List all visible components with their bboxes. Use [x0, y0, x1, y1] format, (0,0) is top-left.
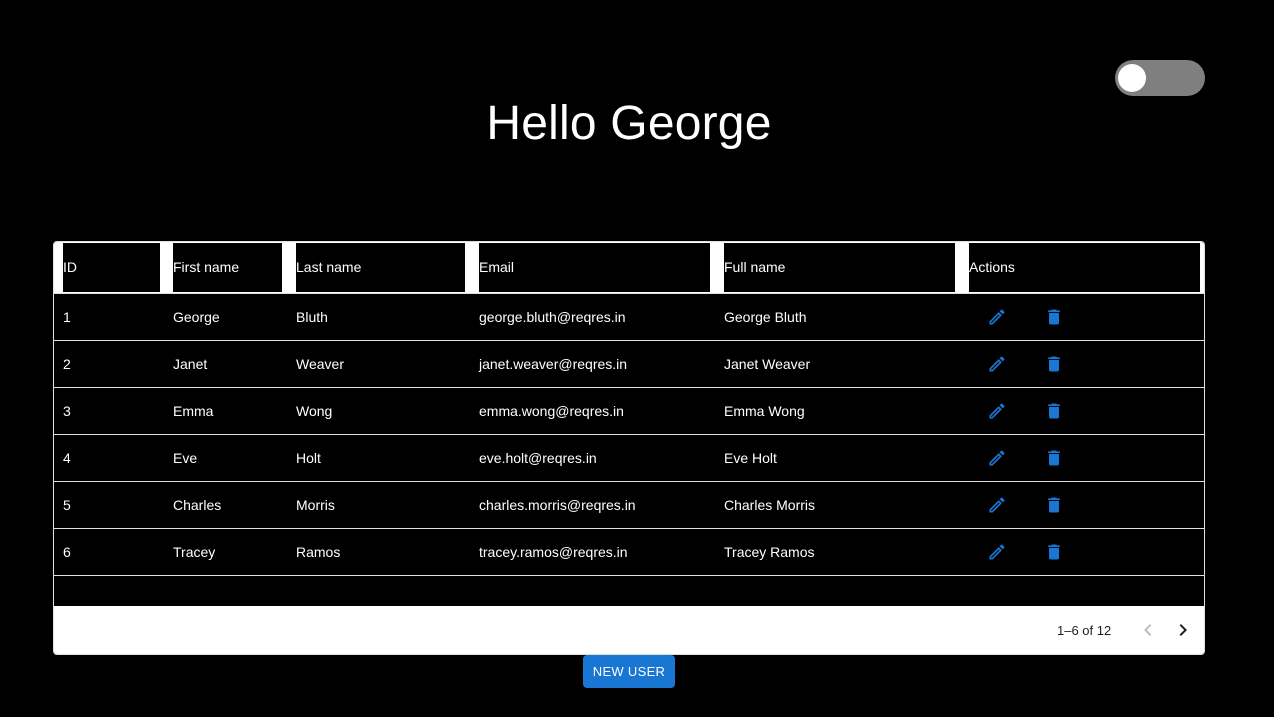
cell-full-name[interactable]: Eve Holt [724, 435, 777, 481]
edit-button[interactable] [985, 352, 1009, 376]
table-row[interactable]: 2 Janet Weaver janet.weaver@reqres.in Janet … [54, 341, 1204, 388]
table-row[interactable]: 1 George Bluth george.bluth@reqres.in George… [54, 294, 1204, 341]
grid-footer: 1–6 of 12 [54, 606, 1204, 654]
page-title: Hello George [486, 97, 772, 150]
cell-first-name[interactable]: Emma [173, 388, 213, 434]
cell-full-name[interactable]: George Bluth [724, 294, 807, 340]
cell-id[interactable]: 5 [63, 482, 71, 528]
new-user-button[interactable]: NEW USER [583, 655, 675, 688]
cell-first-name[interactable]: Eve [173, 435, 197, 481]
column-header-actions[interactable]: Actions [969, 243, 1200, 292]
edit-button[interactable] [985, 399, 1009, 423]
table-row[interactable]: 5 Charles Morris charles.morris@reqres.in Ch… [54, 482, 1204, 529]
cell-email[interactable]: george.bluth@reqres.in [479, 294, 626, 340]
edit-button[interactable] [985, 446, 1009, 470]
cell-last-name[interactable]: Holt [296, 435, 321, 481]
trash-icon [1048, 309, 1060, 325]
column-header-last-name[interactable]: Last name [296, 243, 465, 292]
cell-first-name[interactable]: Janet [173, 341, 207, 387]
cell-last-name[interactable]: Ramos [296, 529, 340, 575]
delete-button[interactable] [1042, 446, 1066, 470]
cell-id[interactable]: 1 [63, 294, 71, 340]
column-header-email[interactable]: Email [479, 243, 710, 292]
toggle-knob[interactable] [1118, 64, 1146, 92]
cell-last-name[interactable]: Morris [296, 482, 335, 528]
delete-button[interactable] [1042, 493, 1066, 517]
pencil-icon [989, 497, 1005, 513]
delete-button[interactable] [1042, 540, 1066, 564]
trash-icon [1048, 403, 1060, 419]
cell-last-name[interactable]: Weaver [296, 341, 344, 387]
trash-icon [1048, 450, 1060, 466]
grid-header: ID First name Last name Email Full name … [54, 242, 1204, 294]
theme-toggle[interactable] [1115, 60, 1205, 96]
cell-email[interactable]: eve.holt@reqres.in [479, 435, 597, 481]
cell-email[interactable]: charles.morris@reqres.in [479, 482, 636, 528]
cell-email[interactable]: tracey.ramos@reqres.in [479, 529, 628, 575]
delete-button[interactable] [1042, 352, 1066, 376]
cell-full-name[interactable]: Tracey Ramos [724, 529, 815, 575]
cell-first-name[interactable]: Tracey [173, 529, 215, 575]
cell-full-name[interactable]: Emma Wong [724, 388, 805, 434]
cell-first-name[interactable]: George [173, 294, 220, 340]
pencil-icon [989, 544, 1005, 560]
table-row[interactable]: 3 Emma Wong emma.wong@reqres.in Emma Wong [54, 388, 1204, 435]
cell-first-name[interactable]: Charles [173, 482, 221, 528]
cell-email[interactable]: emma.wong@reqres.in [479, 388, 624, 434]
cell-id[interactable]: 6 [63, 529, 71, 575]
cell-last-name[interactable]: Wong [296, 388, 332, 434]
edit-button[interactable] [985, 305, 1009, 329]
trash-icon [1048, 544, 1060, 560]
edit-button[interactable] [985, 540, 1009, 564]
pencil-icon [989, 356, 1005, 372]
delete-button[interactable] [1042, 399, 1066, 423]
column-header-id[interactable]: ID [63, 243, 160, 292]
table-row[interactable]: 6 Tracey Ramos tracey.ramos@reqres.in Tracey… [54, 529, 1204, 576]
table-row[interactable]: 4 Eve Holt eve.holt@reqres.in Eve Holt [54, 435, 1204, 482]
delete-button[interactable] [1042, 305, 1066, 329]
column-header-first-name[interactable]: First name [173, 243, 282, 292]
users-data-grid: ID First name Last name Email Full name … [53, 241, 1205, 655]
cell-email[interactable]: janet.weaver@reqres.in [479, 341, 627, 387]
users-page: Hello George ID First name Last name Ema… [0, 0, 1274, 717]
cell-id[interactable]: 4 [63, 435, 71, 481]
pagination-label: 1–6 of 12 [1057, 623, 1112, 638]
pencil-icon [989, 309, 1005, 325]
pencil-icon [989, 403, 1005, 419]
trash-icon [1048, 497, 1060, 513]
chevron-left-icon [1144, 624, 1152, 636]
prev-page-button[interactable] [1136, 618, 1160, 642]
cell-last-name[interactable]: Bluth [296, 294, 328, 340]
pencil-icon [989, 450, 1005, 466]
cell-full-name[interactable]: Charles Morris [724, 482, 815, 528]
chevron-right-icon [1179, 624, 1187, 636]
next-page-button[interactable] [1171, 618, 1195, 642]
cell-full-name[interactable]: Janet Weaver [724, 341, 810, 387]
cell-id[interactable]: 2 [63, 341, 71, 387]
trash-icon [1048, 356, 1060, 372]
column-header-full-name[interactable]: Full name [724, 243, 955, 292]
cell-id[interactable]: 3 [63, 388, 71, 434]
edit-button[interactable] [985, 493, 1009, 517]
